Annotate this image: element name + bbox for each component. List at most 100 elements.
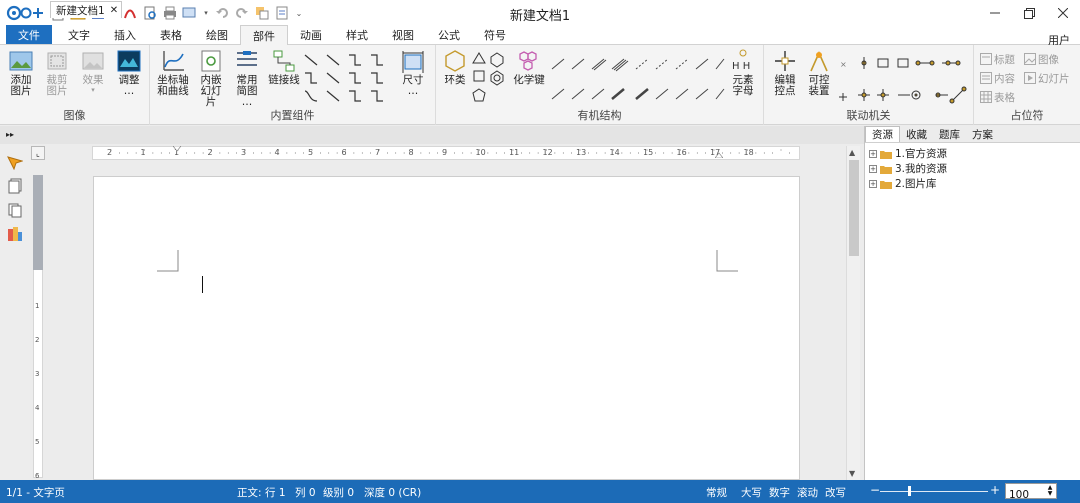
zoom-spinner-icon[interactable]: ▲ ▼ (1045, 485, 1055, 497)
crop-image-button[interactable]: 裁剪 图片 (42, 49, 72, 97)
cut-icon[interactable] (254, 5, 270, 21)
tab-symbol[interactable]: 符号 (472, 25, 518, 44)
crop-icon (47, 52, 67, 70)
document-page[interactable] (93, 176, 800, 480)
connector-button[interactable]: 链接线 (266, 49, 302, 86)
connector-styles[interactable] (303, 53, 391, 105)
resource-icon[interactable] (7, 226, 23, 242)
tab-insert[interactable]: 插入 (102, 25, 148, 44)
copy-icon[interactable] (274, 5, 290, 21)
ruler-number: 4 (274, 148, 280, 157)
tree-item-image-library[interactable]: + 2.图片库 (869, 176, 1080, 191)
indent-marker-icon[interactable] (173, 146, 181, 152)
document-tab[interactable]: 新建文档1 ✕ (50, 1, 122, 18)
element-letter-button[interactable]: H H 元素 字母 (728, 49, 758, 97)
zoom-slider-thumb[interactable] (908, 486, 911, 496)
effect-icon (82, 52, 104, 70)
ring-button[interactable]: 环类 (440, 49, 470, 86)
group-image: 添加 图片 裁剪 图片 效果 ▾ 调整 … 图像 (0, 45, 150, 125)
adjust-button[interactable]: 调整 … (114, 49, 144, 97)
panel-toggle-icon[interactable]: ▸▸ (6, 130, 14, 139)
tab-view[interactable]: 视图 (380, 25, 426, 44)
tree-item-official[interactable]: + 1.官方资源 (869, 146, 1080, 161)
placeholder-table-button[interactable]: 表格 (980, 89, 1015, 105)
tab-text[interactable]: 文字 (56, 25, 102, 44)
tree-item-mine[interactable]: + 3.我的资源 (869, 161, 1080, 176)
print-preview-icon[interactable] (142, 5, 158, 21)
scroll-up-icon[interactable]: ▲ (849, 148, 855, 157)
common-diagram-button[interactable]: 常用 简图 … (232, 49, 262, 108)
tab-animation[interactable]: 动画 (288, 25, 334, 44)
dimension-button[interactable]: 尺寸 … (398, 49, 428, 97)
pointer-tool-icon[interactable] (7, 154, 23, 170)
vertical-scrollbar[interactable]: ▲ ▼ (846, 146, 860, 480)
placeholder-title-button[interactable]: 标题 (980, 51, 1015, 67)
controllable-device-button[interactable]: 可控 装置 (804, 49, 834, 97)
edit-control-point-button[interactable]: 编辑 控点 (770, 49, 800, 97)
right-indent-marker-icon[interactable] (715, 152, 723, 158)
tab-formula[interactable]: 公式 (426, 25, 472, 44)
zoom-out-button[interactable]: − (870, 483, 880, 497)
tab-draw[interactable]: 绘图 (194, 25, 240, 44)
pages-icon[interactable] (7, 202, 23, 218)
print-icon[interactable] (162, 5, 178, 21)
placeholder-slide-button[interactable]: 幻灯片 (1024, 70, 1070, 86)
expand-icon[interactable]: + (869, 164, 877, 173)
panel-tab-favorites[interactable]: 收藏 (900, 126, 933, 142)
folder-icon (880, 165, 892, 174)
ruler-number: 2 (107, 148, 113, 157)
panel-tab-scheme[interactable]: 方案 (966, 126, 999, 142)
zoom-in-button[interactable]: + (990, 483, 1000, 497)
scroll-thumb[interactable] (849, 160, 859, 256)
vruler-number: 6 (35, 472, 40, 480)
group-linkage-label: 联动机关 (846, 109, 891, 122)
screen-icon[interactable] (182, 5, 198, 21)
text-cursor (202, 276, 203, 293)
vruler-number: 3 (35, 370, 40, 378)
embedded-slide-button[interactable]: 内嵌 幻灯片 (196, 49, 226, 108)
undo-icon[interactable] (214, 5, 230, 21)
ruler-number: 12 (542, 148, 553, 157)
pdf-icon[interactable] (122, 5, 138, 21)
tab-table[interactable]: 表格 (148, 25, 194, 44)
panel-tab-question-bank[interactable]: 题库 (933, 126, 966, 142)
axis-curve-button[interactable]: 坐标轴 和曲线 (156, 49, 190, 97)
resource-tree: + 1.官方资源 + 3.我的资源 + 2.图片库 (865, 143, 1080, 191)
status-scroll: 滚动 (797, 487, 818, 499)
placeholder-image-button[interactable]: 图像 (1024, 51, 1059, 67)
expand-icon[interactable]: + (869, 149, 877, 158)
more-icon[interactable]: ⌄ (294, 5, 304, 21)
restore-icon[interactable] (1012, 0, 1046, 26)
scroll-down-icon[interactable]: ▼ (849, 469, 855, 478)
resource-panel-tabs: 资源 收藏 题库 方案 (865, 126, 1080, 143)
ring-shapes[interactable] (472, 51, 506, 105)
close-tab-icon[interactable]: ✕ (110, 5, 118, 16)
page-icon[interactable] (7, 178, 23, 194)
ruler-number: 15 (643, 148, 654, 157)
ruler-number: 1 (140, 148, 146, 157)
add-image-button[interactable]: 添加 图片 (6, 49, 36, 97)
ruler-corner-tab-icon[interactable]: ⌞ (31, 146, 45, 160)
minimize-icon[interactable] (978, 0, 1012, 26)
effect-button[interactable]: 效果 ▾ (78, 49, 108, 94)
dropdown-icon[interactable]: ▾ (202, 5, 210, 21)
left-toolbar (0, 144, 30, 480)
redo-icon[interactable] (234, 5, 250, 21)
zoom-slider[interactable] (880, 491, 988, 492)
svg-text:×: × (840, 60, 847, 69)
linkage-styles[interactable]: × (838, 55, 970, 105)
panel-tab-resource[interactable]: 资源 (865, 126, 900, 142)
app-logo-icon[interactable] (6, 4, 46, 22)
zoom-input[interactable]: 100 ▲ ▼ (1005, 483, 1057, 501)
title-icon (980, 53, 992, 65)
tab-style[interactable]: 样式 (334, 25, 380, 44)
expand-icon[interactable]: + (869, 179, 877, 188)
close-icon[interactable] (1046, 0, 1080, 26)
chem-bond-button[interactable]: 化学键 (512, 49, 546, 86)
group-organic: 环类 化学键 H H 元素 字母 有机结构 (436, 45, 764, 125)
bond-styles[interactable] (550, 55, 726, 105)
tab-file[interactable]: 文件 (6, 25, 52, 44)
axis-icon (163, 51, 184, 71)
tab-component[interactable]: 部件 (240, 25, 288, 45)
placeholder-content-button[interactable]: 内容 (980, 70, 1015, 86)
